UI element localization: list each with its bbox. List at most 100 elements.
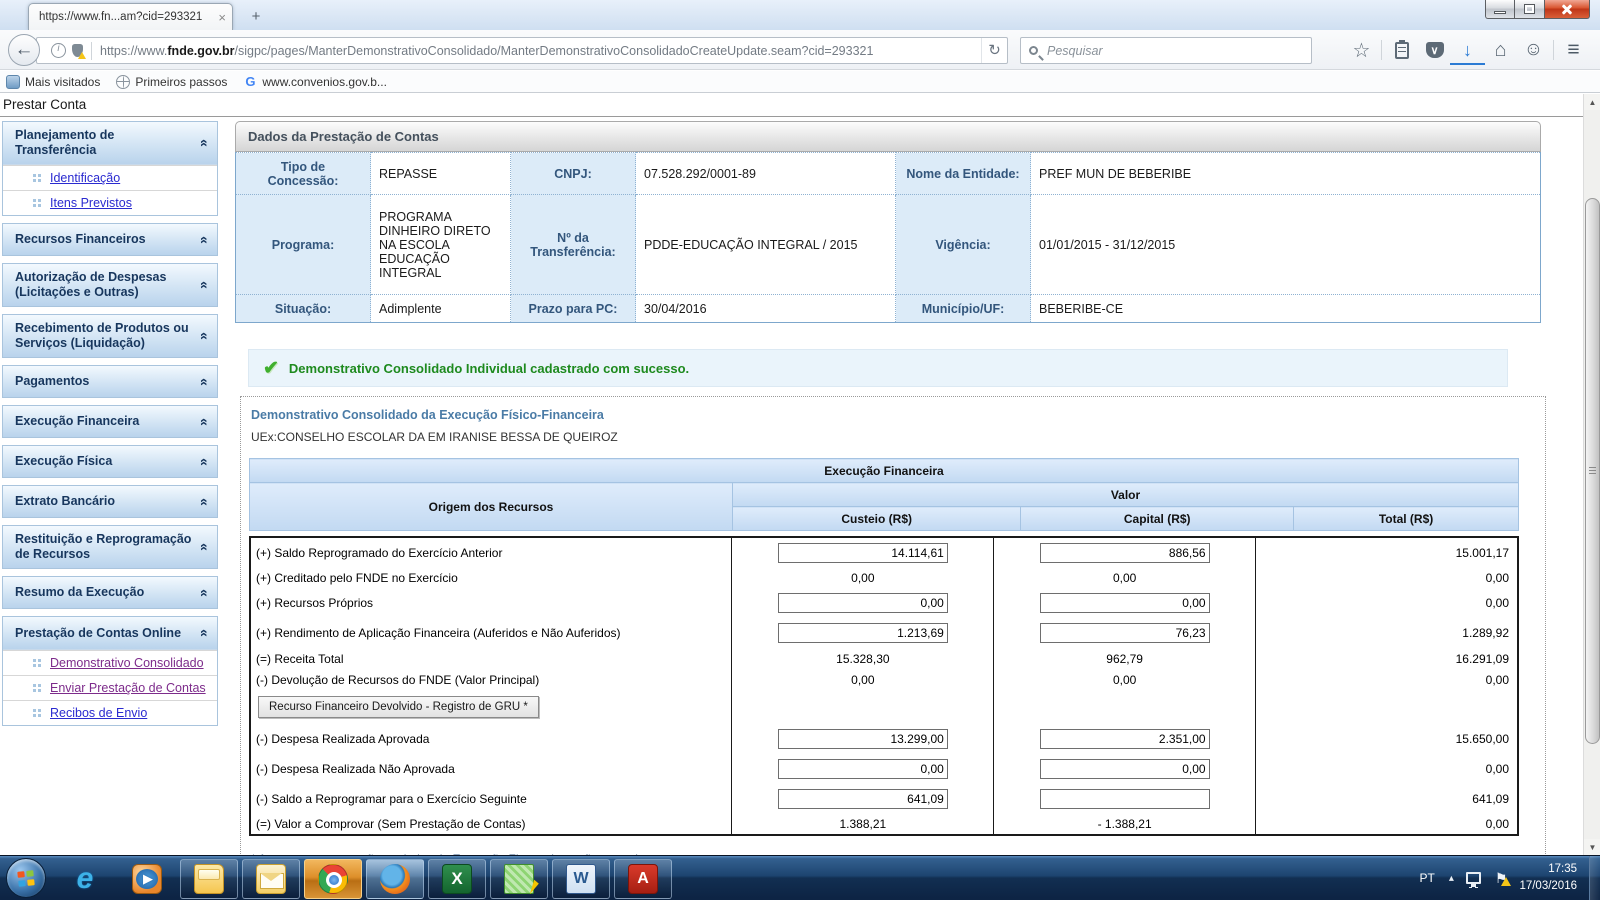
sidebar-header-recursos-financeiros[interactable]: Recursos Financeiros«: [2, 223, 218, 256]
feedback-smiley-icon[interactable]: ☺: [1517, 35, 1550, 65]
fin-row-label: Recurso Financeiro Devolvido - Registro …: [250, 690, 732, 724]
sidebar-header-label: Recursos Financeiros: [15, 232, 146, 247]
window-restore-button[interactable]: [1515, 0, 1544, 19]
sidebar-section-autorizacao-de-despesas-licitacoes-e-outras: Autorização de Despesas (Licitações e Ou…: [2, 263, 218, 307]
fin-capital-input[interactable]: [1040, 593, 1210, 613]
sidebar-item-enviar-prestacao-de-contas[interactable]: Enviar Prestação de Contas: [3, 675, 217, 700]
search-input[interactable]: [1045, 43, 1303, 59]
panel-title: Dados da Prestação de Contas: [235, 121, 1541, 152]
sidebar-header-resumo-da-execucao[interactable]: Resumo da Execução«: [2, 576, 218, 609]
media-player-taskbar-button[interactable]: [118, 859, 176, 899]
downloads-icon[interactable]: ↓: [1451, 35, 1484, 65]
execucao-financeira-table: Execução Financeira Origem dos Recursos …: [249, 458, 1519, 836]
fin-row: (+) Saldo Reprogramado do Exercício Ante…: [250, 537, 1518, 567]
reload-icon[interactable]: ↻: [981, 38, 1007, 63]
bookmark-item-primeiros-passos[interactable]: Primeiros passos: [116, 75, 227, 89]
home-icon[interactable]: ⌂: [1484, 35, 1517, 65]
firefox-taskbar-button[interactable]: [366, 859, 424, 899]
fin-capital-input[interactable]: [1040, 623, 1210, 643]
fin-custeio-input[interactable]: [778, 729, 948, 749]
file-explorer-taskbar-button[interactable]: [180, 859, 238, 899]
fin-custeio-cell: 15.328,30: [732, 648, 994, 669]
outlook-taskbar-button[interactable]: [242, 859, 300, 899]
fin-capital-input[interactable]: [1040, 543, 1210, 563]
sidebar-item-identificacao[interactable]: Identificação: [3, 165, 217, 190]
fin-total-cell: 16.291,09: [1256, 648, 1519, 669]
url-bar[interactable]: https://www.fnde.gov.br/sigpc/pages/Mant…: [36, 37, 1008, 64]
window-minimize-button[interactable]: [1485, 0, 1515, 19]
col-header-custeio-r: Custeio (R$): [733, 507, 1021, 531]
sidebar-header-extrato-bancario[interactable]: Extrato Bancário«: [2, 485, 218, 518]
taskbar-clock[interactable]: 17:35 17/03/2016: [1519, 861, 1577, 894]
pocket-icon-button[interactable]: ∨: [1418, 35, 1451, 65]
fin-capital-cell: [994, 754, 1256, 784]
acrobat-taskbar-button[interactable]: [614, 859, 672, 899]
hamburger-menu-icon[interactable]: ≡: [1557, 35, 1590, 65]
action-center-flag-icon[interactable]: ⚑: [1495, 870, 1508, 887]
navigation-toolbar: ← https://www.fnde.gov.br/sigpc/pages/Ma…: [0, 30, 1600, 70]
scrollbar-thumb[interactable]: [1585, 198, 1600, 744]
back-button[interactable]: ←: [8, 34, 40, 66]
sidebar-link[interactable]: Demonstrativo Consolidado: [50, 656, 204, 670]
fin-capital-cell: [994, 537, 1256, 567]
sidebar-link[interactable]: Recibos de Envio: [50, 706, 147, 720]
search-box[interactable]: [1020, 37, 1312, 64]
sidebar-section-execucao-financeira: Execução Financeira«: [2, 405, 218, 438]
sidebar-link[interactable]: Itens Previstos: [50, 196, 132, 210]
internet-explorer-icon: [70, 864, 100, 894]
sidebar-link[interactable]: Enviar Prestação de Contas: [50, 681, 206, 695]
sidebar-header-recebimento-de-produtos-ou-servicos-liquidacao[interactable]: Recebimento de Produtos ou Serviços (Liq…: [2, 314, 218, 358]
page-info-icon[interactable]: [51, 43, 66, 58]
tab-close-icon[interactable]: ×: [218, 10, 226, 25]
sidebar-item-itens-previstos[interactable]: Itens Previstos: [3, 190, 217, 215]
reading-list-icon[interactable]: [1385, 35, 1418, 65]
fin-custeio-input[interactable]: [778, 789, 948, 809]
start-button[interactable]: [6, 858, 46, 898]
sidebar-item-recibos-de-envio[interactable]: Recibos de Envio: [3, 700, 217, 725]
sidebar-header-prestacao-de-contas-online[interactable]: Prestação de Contas Online«: [3, 617, 217, 650]
sidebar-header-restituicao-e-reprogramacao-de-recursos[interactable]: Restituição e Reprogramação de Recursos«: [2, 525, 218, 569]
security-shield-icon[interactable]: [72, 44, 83, 57]
fin-custeio-input[interactable]: [778, 623, 948, 643]
fin-total-cell: 0,00: [1256, 814, 1519, 835]
fin-capital-input[interactable]: [1040, 789, 1210, 809]
scrollbar-down-icon[interactable]: ▼: [1584, 839, 1600, 855]
internet-explorer-taskbar-button[interactable]: [56, 859, 114, 899]
gru-register-button[interactable]: Recurso Financeiro Devolvido - Registro …: [258, 696, 539, 718]
browser-tab[interactable]: https://www.fn...am?cid=293321 ×: [28, 3, 233, 30]
notes-taskbar-button[interactable]: [490, 859, 548, 899]
bookmark-item-www-convenios-gov-b[interactable]: www.convenios.gov.b...: [243, 75, 387, 89]
excel-taskbar-button[interactable]: [428, 859, 486, 899]
sidebar-header-execucao-fisica[interactable]: Execução Física«: [2, 445, 218, 478]
chrome-taskbar-button[interactable]: [304, 859, 362, 899]
sidebar-link[interactable]: Identificação: [50, 171, 120, 185]
bookmark-star-icon[interactable]: ☆: [1345, 35, 1378, 65]
fin-total-cell: 0,00: [1256, 754, 1519, 784]
field-value: PDDE-EDUCAÇÃO INTEGRAL / 2015: [636, 195, 896, 295]
bookmark-item-mais-visitados[interactable]: Mais visitados: [6, 75, 100, 89]
fin-custeio-input[interactable]: [778, 543, 948, 563]
fin-capital-input[interactable]: [1040, 759, 1210, 779]
sidebar-section-resumo-da-execucao: Resumo da Execução«: [2, 576, 218, 609]
fin-custeio-input[interactable]: [778, 593, 948, 613]
window-close-button[interactable]: [1544, 0, 1590, 19]
fin-capital-input[interactable]: [1040, 729, 1210, 749]
clipboard-icon: [1395, 42, 1409, 59]
sidebar-header-planejamento-de-transferencia[interactable]: Planejamento de Transferência«: [3, 122, 217, 165]
sidebar-header-label: Autorização de Despesas (Licitações e Ou…: [15, 270, 197, 300]
hidden-icons-chevron-icon[interactable]: ▴: [1449, 873, 1454, 884]
scrollbar-up-icon[interactable]: ▲: [1584, 94, 1600, 110]
field-value: Adimplente: [371, 295, 511, 323]
show-desktop-button[interactable]: [1589, 856, 1600, 900]
word-taskbar-button[interactable]: [552, 859, 610, 899]
fin-custeio-input[interactable]: [778, 759, 948, 779]
new-tab-button[interactable]: +: [243, 7, 269, 27]
language-indicator[interactable]: PT: [1420, 871, 1435, 885]
page-scrollbar[interactable]: ▲ ▼: [1583, 94, 1600, 855]
sidebar-header-autorizacao-de-despesas-licitacoes-e-outras[interactable]: Autorização de Despesas (Licitações e Ou…: [2, 263, 218, 307]
sidebar-header-pagamentos[interactable]: Pagamentos«: [2, 365, 218, 398]
sidebar-item-demonstrativo-consolidado[interactable]: Demonstrativo Consolidado: [3, 650, 217, 675]
network-icon[interactable]: [1466, 872, 1481, 884]
bookmark-label: www.convenios.gov.b...: [262, 75, 387, 89]
sidebar-header-execucao-financeira[interactable]: Execução Financeira«: [2, 405, 218, 438]
